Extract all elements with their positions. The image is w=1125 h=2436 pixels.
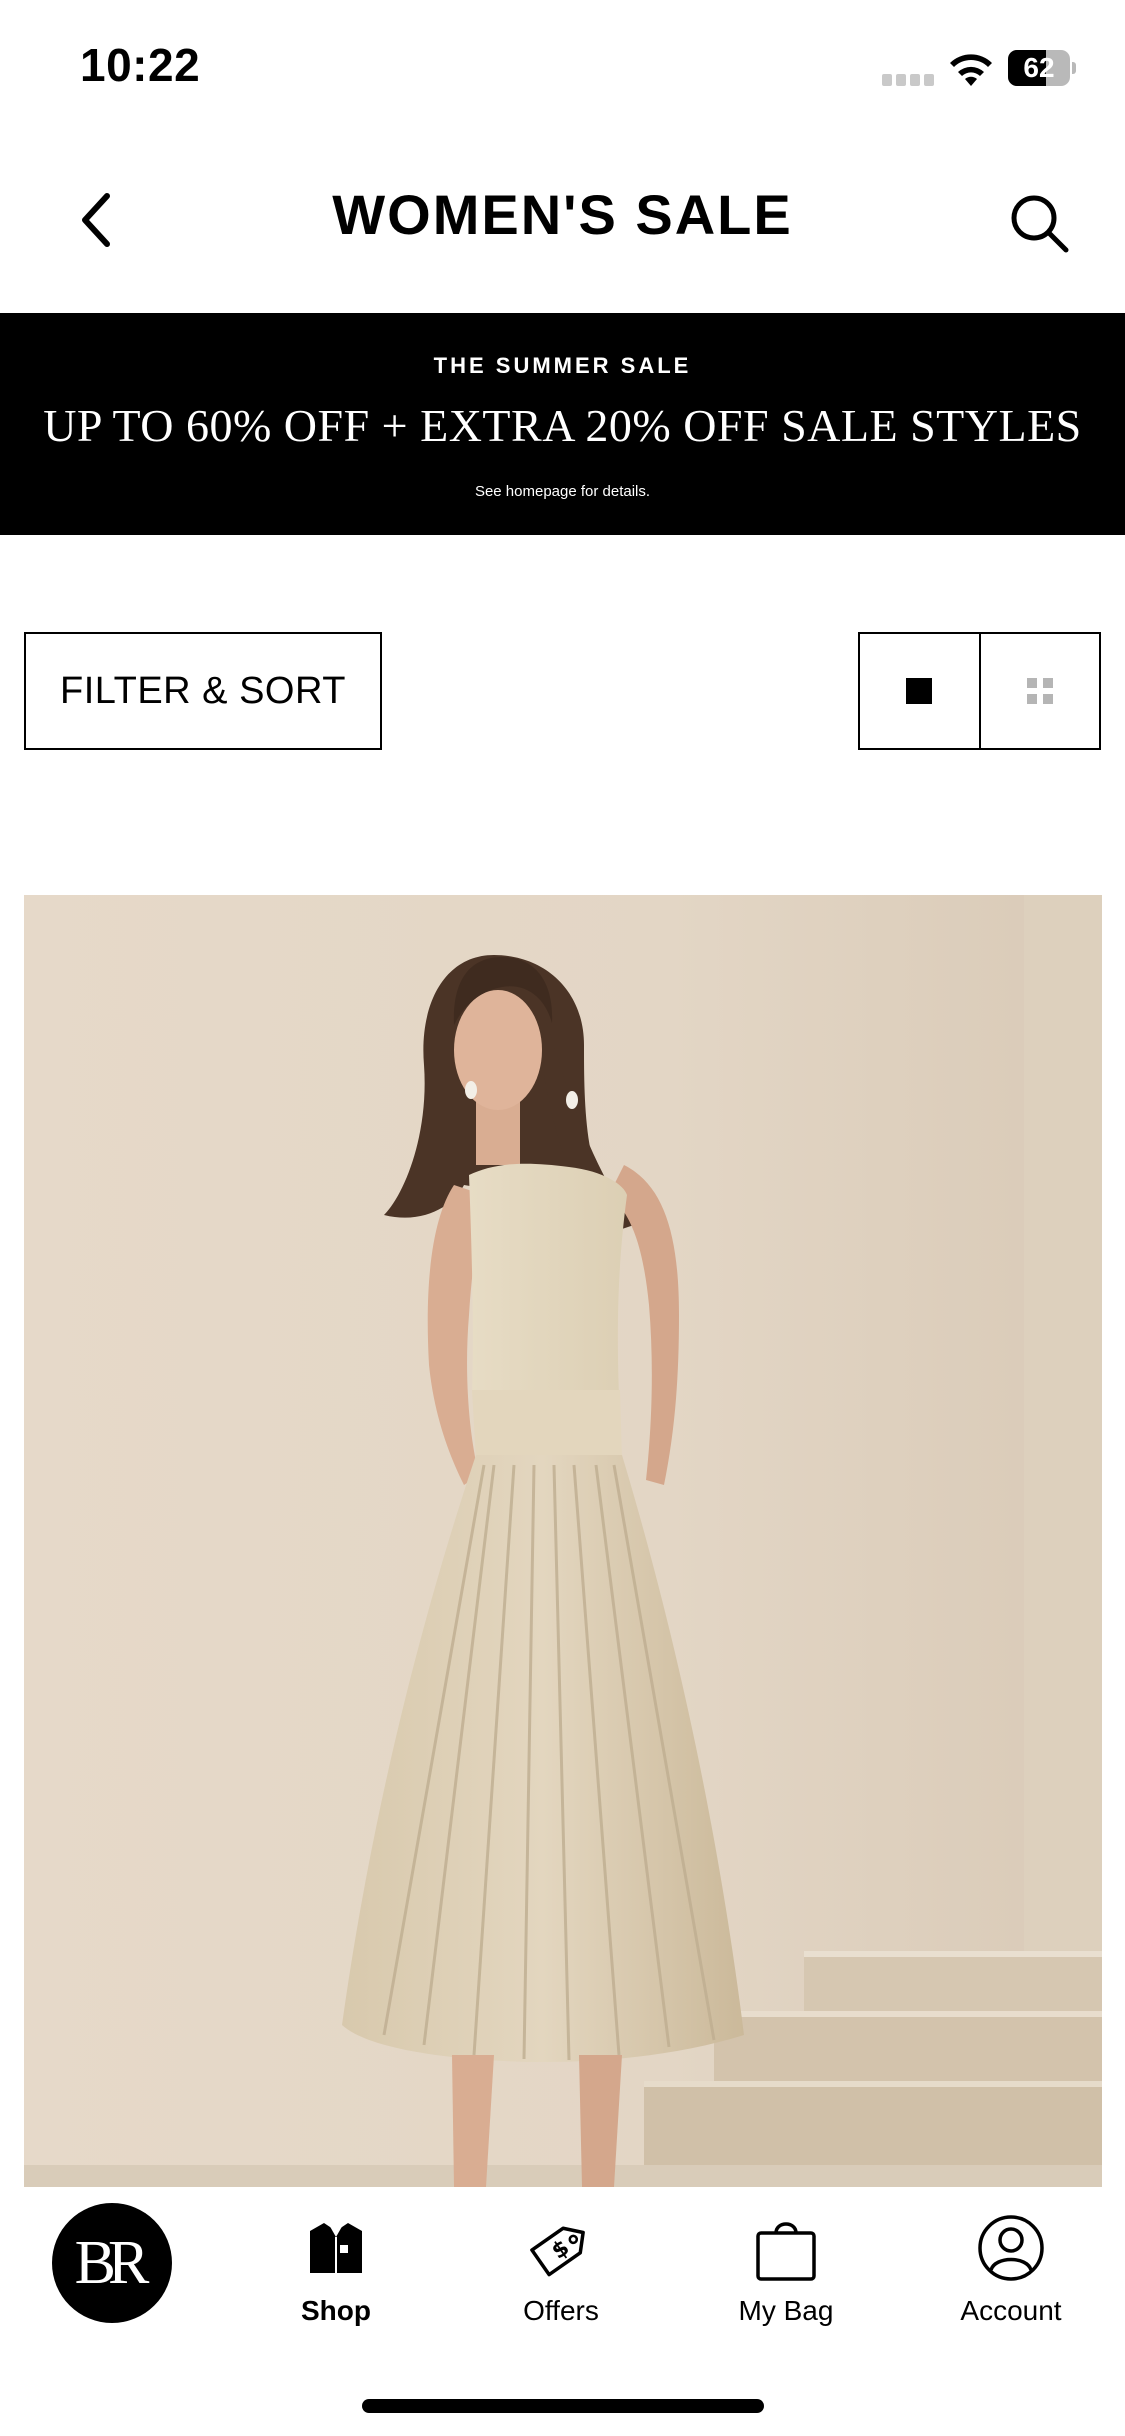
- status-time: 10:22: [80, 39, 201, 91]
- shirt-icon: [310, 2223, 362, 2273]
- cellular-signal-icon: [882, 74, 934, 86]
- search-button[interactable]: [1000, 184, 1080, 264]
- product-photo-illustration: [24, 895, 1102, 2187]
- single-square-icon: [906, 678, 933, 704]
- nav-offers-label: Offers: [523, 2295, 599, 2326]
- price-tag-icon: $: [530, 2226, 585, 2277]
- grid-view-button[interactable]: [978, 634, 1100, 748]
- account-icon: [978, 2215, 1044, 2281]
- br-logo-button[interactable]: BR: [52, 2203, 172, 2323]
- grid-icon: [1026, 678, 1053, 704]
- back-button[interactable]: [60, 180, 130, 260]
- chevron-left-icon: [82, 193, 110, 247]
- filter-sort-button[interactable]: FILTER & SORT: [24, 632, 382, 750]
- shopping-bag-icon: [756, 2222, 816, 2281]
- battery-percent: 62: [1023, 52, 1055, 83]
- nav-account-label: Account: [960, 2295, 1062, 2326]
- view-toggle: [858, 632, 1101, 750]
- promo-eyebrow: THE SUMMER SALE: [433, 353, 692, 378]
- home-indicator[interactable]: [362, 2399, 764, 2413]
- nav-my-bag[interactable]: My Bag: [706, 2211, 866, 2331]
- nav-shop[interactable]: Shop: [256, 2211, 416, 2331]
- promo-fine-print: See homepage for details.: [474, 483, 651, 500]
- promo-headline: UP TO 60% OFF + EXTRA 20% OFF SALE STYLE…: [43, 400, 1082, 451]
- search-icon: [1011, 195, 1069, 253]
- wifi-icon: [946, 48, 996, 88]
- page-title: WOMEN'S SALE: [332, 183, 793, 246]
- nav-account[interactable]: Account: [931, 2211, 1091, 2331]
- battery-icon: 62: [1008, 50, 1076, 86]
- nav-my-bag-label: My Bag: [738, 2295, 834, 2326]
- nav-offers[interactable]: $ Offers: [481, 2211, 641, 2331]
- nav-shop-label: Shop: [301, 2295, 371, 2326]
- promo-banner[interactable]: THE SUMMER SALE UP TO 60% OFF + EXTRA 20…: [0, 313, 1125, 535]
- single-column-view-button[interactable]: [860, 634, 979, 748]
- product-image[interactable]: [24, 895, 1102, 2187]
